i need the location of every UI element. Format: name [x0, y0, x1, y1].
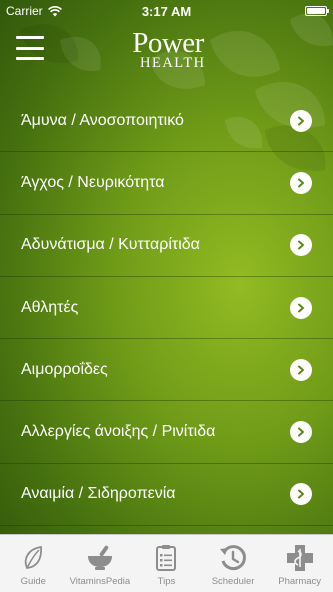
clock-history-icon	[220, 545, 246, 571]
chevron-right-icon[interactable]	[290, 421, 312, 444]
tab-bar: Guide VitaminsPedia Tips Scheduler Pharm…	[0, 534, 333, 592]
category-label: Αναιμία / Σιδηροπενία	[21, 485, 176, 503]
category-item[interactable]: Αναιμία / Σιδηροπενία	[0, 464, 333, 527]
status-right	[305, 6, 329, 16]
category-label: Αλλεργίες άνοιξης / Ρινίτιδα	[21, 423, 216, 441]
chevron-right-icon[interactable]	[290, 296, 312, 319]
category-list: Άμυνα / Ανοσοποιητικό Άγχος / Νευρικότητ…	[0, 90, 333, 527]
category-label: Αθλητές	[21, 298, 79, 316]
header: Power HEALTH	[0, 22, 333, 90]
hamburger-menu-icon[interactable]	[16, 36, 44, 60]
status-bar: Carrier 3:17 AM	[0, 0, 333, 22]
chevron-right-icon[interactable]	[290, 358, 312, 381]
category-label: Αιμορροΐδες	[21, 360, 108, 378]
chevron-right-icon[interactable]	[290, 483, 312, 506]
tab-vitaminspedia[interactable]: VitaminsPedia	[67, 535, 134, 592]
clipboard-list-icon	[156, 545, 177, 571]
logo-line1: Power	[132, 27, 204, 59]
battery-level	[307, 8, 325, 14]
tab-label: Tips	[157, 576, 176, 587]
chevron-right-icon[interactable]	[290, 171, 312, 194]
category-item[interactable]: Άμυνα / Ανοσοποιητικό	[0, 90, 333, 153]
tab-label: Pharmacy	[278, 576, 322, 587]
category-item[interactable]: Αλλεργίες άνοιξης / Ρινίτιδα	[0, 401, 333, 464]
battery-icon	[305, 6, 329, 16]
chevron-right-icon[interactable]	[290, 109, 312, 132]
chevron-right-icon[interactable]	[290, 234, 312, 257]
status-time: 3:17 AM	[141, 3, 192, 19]
tab-scheduler[interactable]: Scheduler	[200, 535, 267, 592]
tab-tips[interactable]: Tips	[133, 535, 200, 592]
tab-label: Scheduler	[211, 576, 255, 587]
brand-logo: Power HEALTH	[118, 28, 218, 70]
leaf-icon	[25, 545, 43, 569]
mortar-pestle-icon	[87, 545, 112, 570]
tab-pharmacy[interactable]: Pharmacy	[266, 535, 333, 592]
category-item[interactable]: Αιμορροΐδες	[0, 339, 333, 402]
category-label: Άμυνα / Ανοσοποιητικό	[21, 111, 184, 129]
tab-label: Guide	[20, 576, 46, 587]
category-item[interactable]: Άγχος / Νευρικότητα	[0, 152, 333, 215]
category-label: Άγχος / Νευρικότητα	[21, 173, 165, 191]
tab-guide[interactable]: Guide	[0, 535, 67, 592]
pharmacy-cross-icon	[286, 545, 313, 571]
category-item[interactable]: Αδυνάτισμα / Κυτταρίτιδα	[0, 215, 333, 277]
tab-label: VitaminsPedia	[69, 576, 131, 587]
category-label: Αδυνάτισμα / Κυτταρίτιδα	[21, 236, 200, 254]
category-item[interactable]: Αθλητές	[0, 277, 333, 340]
